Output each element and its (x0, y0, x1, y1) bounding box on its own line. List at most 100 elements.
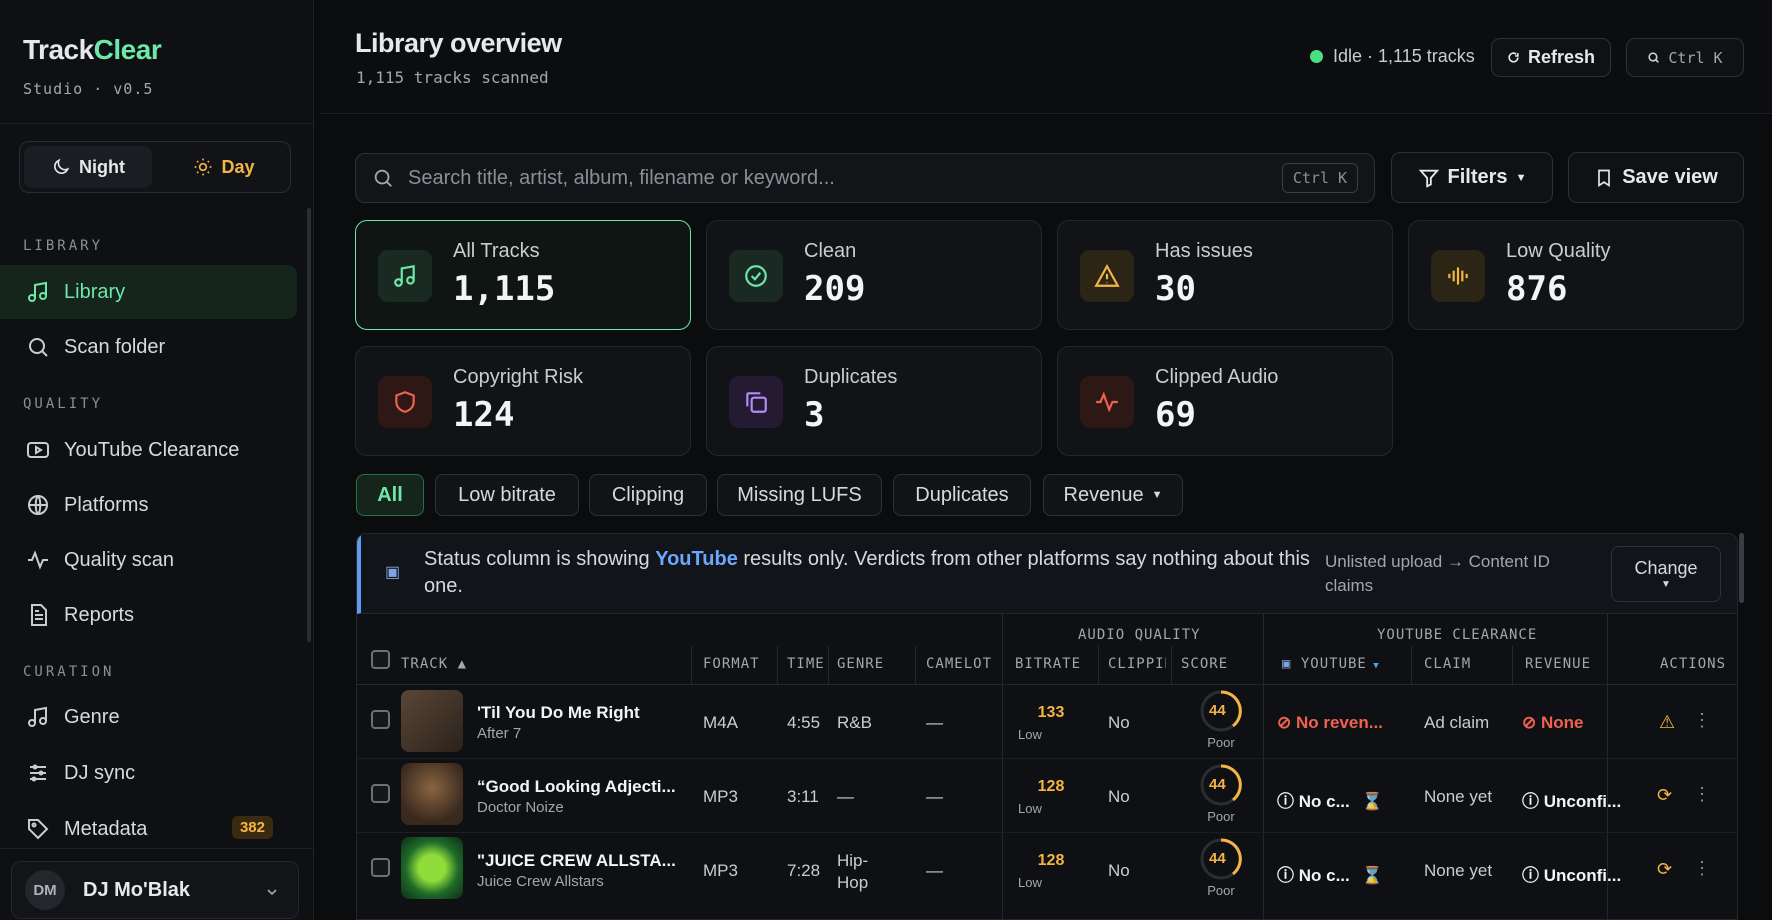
more-menu-icon[interactable]: ⋮ (1693, 784, 1711, 805)
sidebar-item-reports[interactable]: Reports (0, 588, 297, 642)
page-subtitle: 1,115 tracks scanned (356, 68, 549, 87)
col-time[interactable]: TIME (787, 656, 825, 672)
divider (357, 758, 1737, 759)
revenue-cell: ⊘ None (1522, 713, 1583, 733)
filter-chip-all[interactable]: All (356, 474, 424, 516)
banner-text: Status column is showing YouTube results… (424, 546, 1324, 600)
youtube-status[interactable]: ⓘ No c... ⌛ (1277, 787, 1383, 812)
sidebar-item-label: Reports (64, 603, 135, 626)
col-score[interactable]: SCORE (1181, 656, 1228, 672)
scan-status: Idle · 1,115 tracks (1310, 46, 1475, 67)
refresh-icon (1508, 52, 1519, 63)
filter-chip-clipping[interactable]: Clipping (589, 474, 707, 516)
track-title[interactable]: "JUICE CREW ALLSTA... (477, 851, 676, 871)
sidebar-item-youtube-clearance[interactable]: YouTube Clearance (0, 423, 297, 477)
bitrate-label: Low (1018, 801, 1042, 816)
col-format[interactable]: FORMAT (703, 656, 760, 672)
row-checkbox[interactable] (371, 784, 390, 803)
album-art[interactable] (401, 837, 463, 899)
select-all-checkbox[interactable] (371, 650, 390, 669)
search-input[interactable] (408, 166, 1268, 190)
night-mode-button[interactable]: Night (24, 146, 152, 188)
filter-chip-duplicates[interactable]: Duplicates (893, 474, 1031, 516)
day-mode-label: Day (221, 156, 255, 177)
col-clipping[interactable]: CLIPPING (1108, 656, 1166, 672)
col-revenue[interactable]: REVENUE (1525, 656, 1591, 672)
table-scrollbar[interactable] (1739, 533, 1744, 603)
section-library: LIBRARY (23, 238, 104, 254)
waveform-icon (1448, 267, 1468, 285)
camelot-cell: — (926, 787, 943, 806)
row-checkbox[interactable] (371, 858, 390, 877)
youtube-status[interactable]: ⊘ No reven... (1277, 713, 1383, 733)
recheck-icon[interactable]: ⟳ (1657, 785, 1672, 806)
more-menu-icon[interactable]: ⋮ (1693, 858, 1711, 879)
night-mode-label: Night (79, 156, 125, 177)
album-art[interactable] (401, 690, 463, 752)
shortcut-label: Ctrl K (1668, 48, 1723, 67)
more-menu-icon[interactable]: ⋮ (1693, 710, 1711, 731)
app-version: Studio · v0.5 (23, 80, 154, 98)
youtube-status[interactable]: ⓘ No c... ⌛ (1277, 861, 1383, 886)
revenue-label: None (1540, 713, 1584, 732)
score-label: Poor (1207, 883, 1235, 898)
divider (691, 646, 692, 684)
stat-card-copyright-risk[interactable]: Copyright Risk 124 (355, 346, 691, 456)
sidebar-item-library[interactable]: Library (0, 265, 297, 319)
sidebar-item-scan-folder[interactable]: Scan folder (0, 320, 297, 374)
day-mode-button[interactable]: Day (160, 146, 288, 188)
col-claim[interactable]: CLAIM (1424, 656, 1471, 672)
stat-card-has-issues[interactable]: Has issues 30 (1057, 220, 1393, 330)
play-square-icon (27, 442, 49, 458)
divider (1098, 646, 1099, 684)
col-camelot[interactable]: CAMELOT (926, 656, 992, 672)
main-panel: Library overview 1,115 tracks scanned Id… (320, 0, 1772, 920)
page-header: Library overview 1,115 tracks scanned Id… (320, 0, 1772, 114)
stat-card-low-quality[interactable]: Low Quality 876 (1408, 220, 1744, 330)
row-checkbox[interactable] (371, 710, 390, 729)
icon-tile (729, 250, 783, 302)
stat-card-clean[interactable]: Clean 209 (706, 220, 1042, 330)
album-art[interactable] (401, 763, 463, 825)
sidebar-item-label: YouTube Clearance (64, 438, 240, 461)
stat-card-all-tracks[interactable]: All Tracks 1,115 (355, 220, 691, 330)
sidebar-item-genre[interactable]: Genre (0, 690, 297, 744)
icon-tile (1080, 250, 1134, 302)
youtube-status-label: No reven... (1295, 713, 1383, 732)
filter-chip-revenue[interactable]: Revenue ▼ (1043, 474, 1183, 516)
refresh-button[interactable]: Refresh (1491, 38, 1611, 77)
stat-label: All Tracks (453, 240, 540, 262)
command-palette-button[interactable]: Ctrl K (1626, 38, 1744, 77)
change-platform-button[interactable]: Change ▼ (1611, 546, 1721, 602)
col-youtube[interactable]: ▣ YOUTUBE ▼ (1282, 656, 1380, 672)
stat-card-duplicates[interactable]: Duplicates 3 (706, 346, 1042, 456)
filters-button[interactable]: Filters ▼ (1391, 152, 1553, 203)
save-view-button[interactable]: Save view (1568, 152, 1744, 203)
sidebar-item-platforms[interactable]: Platforms (0, 478, 297, 532)
score-label: Poor (1207, 809, 1235, 824)
recheck-icon[interactable]: ⟳ (1657, 859, 1672, 880)
col-genre[interactable]: GENRE (837, 656, 884, 672)
col-bitrate[interactable]: BITRATE (1015, 656, 1081, 672)
stat-card-clipped-audio[interactable]: Clipped Audio 69 (1057, 346, 1393, 456)
warning-icon (1094, 264, 1120, 287)
bitrate-value: 128 (1037, 778, 1065, 795)
warning-icon[interactable]: ⚠ (1659, 712, 1675, 733)
sidebar-item-quality-scan[interactable]: Quality scan (0, 533, 297, 587)
icon-tile (378, 250, 432, 302)
stat-label: Duplicates (804, 366, 898, 388)
group-youtube-clearance: YOUTUBE CLEARANCE (1377, 627, 1538, 643)
filter-chip-low-bitrate[interactable]: Low bitrate (435, 474, 579, 516)
sidebar-item-dj-sync[interactable]: DJ sync (0, 746, 297, 800)
sidebar-scrollbar[interactable] (307, 208, 311, 642)
chip-label: Revenue (1063, 483, 1144, 506)
metadata-count-badge: 382 (231, 816, 273, 839)
track-title[interactable]: 'Til You Do Me Right (477, 703, 640, 723)
copy-icon (746, 392, 767, 413)
change-label: Change (1634, 558, 1698, 578)
filter-chip-missing-lufs[interactable]: Missing LUFS (717, 474, 882, 516)
col-track[interactable]: TRACK ▲ (401, 656, 467, 672)
track-title[interactable]: “Good Looking Adjecti... (477, 777, 676, 797)
user-menu[interactable]: DM DJ Mo'Blak (11, 861, 299, 919)
question-circle-icon: ⓘ (1277, 866, 1299, 885)
